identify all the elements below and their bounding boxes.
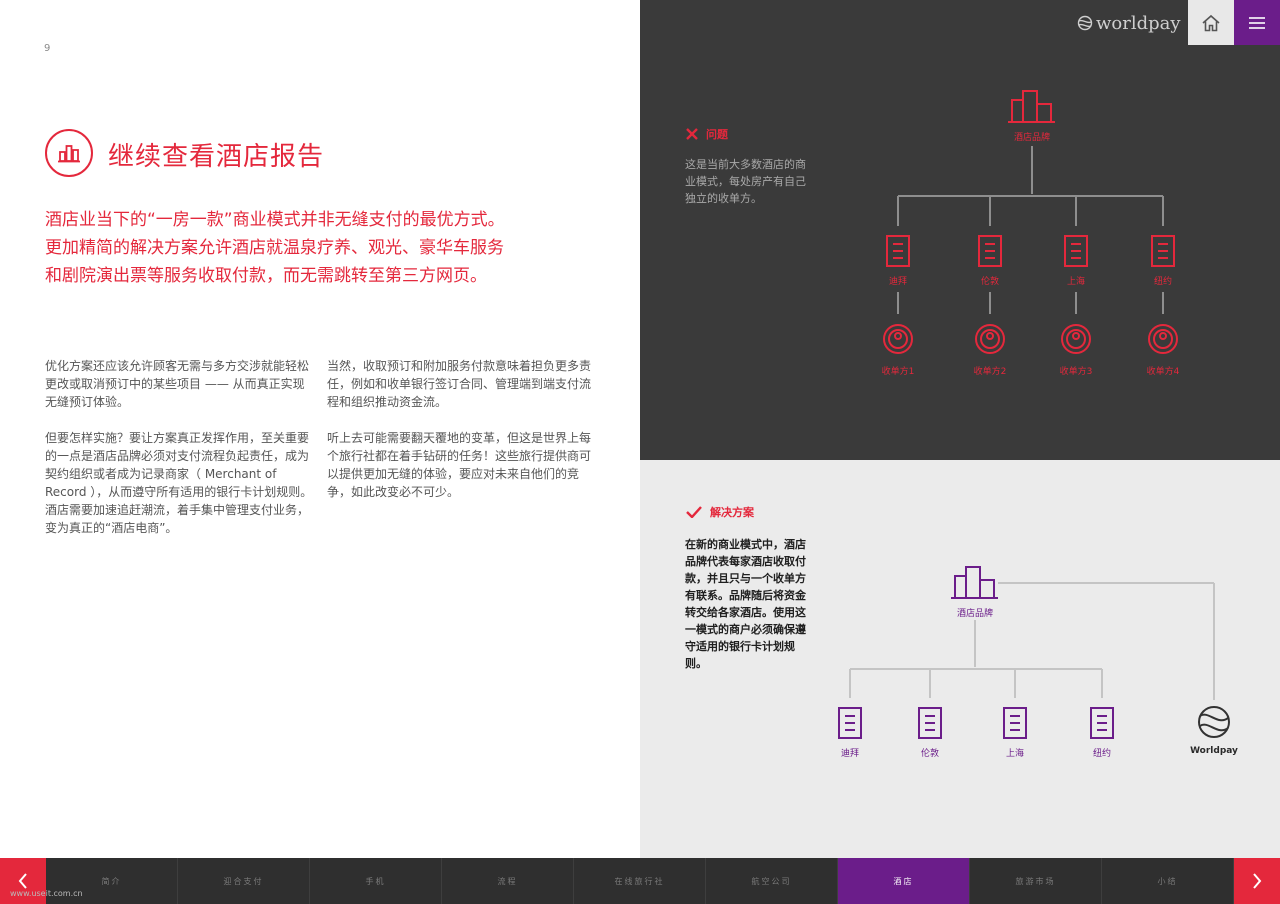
chevron-right-icon <box>1253 873 1262 889</box>
solution-city-label: 迪拜 <box>840 749 860 759</box>
solution-city-label: 纽约 <box>1092 749 1112 759</box>
hotel-building-icon <box>1003 707 1027 739</box>
nav-tab-airlines[interactable]: 航空公司 <box>706 858 838 904</box>
hotel-brand-icon <box>951 566 998 599</box>
solution-city-label: 上海 <box>1005 749 1025 759</box>
hotel-building-icon <box>838 707 862 739</box>
worldpay-label: Worldpay <box>1190 746 1238 756</box>
solution-diagram <box>838 566 1230 739</box>
nav-tab-process[interactable]: 流程 <box>442 858 574 904</box>
solution-brand-label: 酒店品牌 <box>956 609 994 619</box>
hotel-building-icon <box>918 707 942 739</box>
nav-tab-travel-market[interactable]: 旅游市场 <box>970 858 1102 904</box>
nav-tab-hotels[interactable]: 酒店 <box>838 858 970 904</box>
chevron-left-icon <box>18 873 27 889</box>
hotel-building-icon <box>1090 707 1114 739</box>
nav-tab-ota[interactable]: 在线旅行社 <box>574 858 706 904</box>
nav-tab-summary[interactable]: 小结 <box>1102 858 1234 904</box>
nav-tab-payments[interactable]: 迎合支付 <box>178 858 310 904</box>
next-page-button[interactable] <box>1234 858 1280 904</box>
bottom-nav: 简介 迎合支付 手机 流程 在线旅行社 航空公司 酒店 旅游市场 小结 <box>0 858 1280 904</box>
section-tabs: 简介 迎合支付 手机 流程 在线旅行社 航空公司 酒店 旅游市场 小结 <box>46 858 1234 904</box>
watermark-text: www.useit.com.cn <box>10 889 83 898</box>
nav-tab-mobile[interactable]: 手机 <box>310 858 442 904</box>
solution-city-label: 伦敦 <box>920 749 940 759</box>
worldpay-globe-icon <box>1198 706 1230 738</box>
